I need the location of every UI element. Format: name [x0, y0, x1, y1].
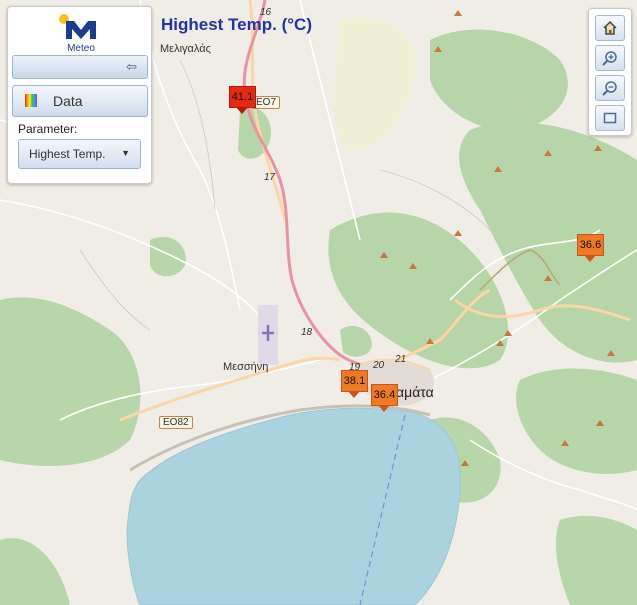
parameter-select[interactable]: Highest Temp. ▼ — [18, 139, 141, 169]
zoom-in-icon — [602, 51, 617, 66]
palette-icon — [25, 94, 37, 107]
marker-value: 36.4 — [371, 384, 398, 406]
data-button-label: Data — [53, 93, 83, 109]
marker-value: 38.1 — [341, 370, 368, 392]
road-badge-eo7: EO7 — [252, 96, 281, 109]
zoom-extent-button[interactable] — [595, 105, 625, 131]
road-number-21: 21 — [395, 354, 407, 365]
parameter-label: Parameter: — [18, 122, 78, 136]
zoom-extent-icon — [603, 112, 617, 124]
station-marker[interactable]: 36.4 — [371, 384, 398, 412]
marker-pointer — [584, 255, 596, 262]
road-number-18: 18 — [301, 327, 313, 338]
place-label-meligalas: Μελιγαλάς — [160, 43, 211, 55]
zoom-out-icon — [602, 81, 617, 96]
place-label-messini: Μεσσήνη — [223, 361, 269, 373]
station-marker[interactable]: 41.1 — [229, 86, 256, 114]
marker-value: 41.1 — [229, 86, 256, 108]
arrow-left-icon: ⇦ — [126, 59, 137, 74]
home-icon — [603, 20, 617, 35]
control-panel: Meteo ⇦ Data Parameter: Highest Temp. ▼ — [7, 6, 152, 184]
airport-area — [258, 305, 278, 365]
logo-icon — [59, 14, 96, 39]
map-toolbar — [588, 8, 632, 136]
marker-value: 36.6 — [577, 234, 604, 256]
zoom-in-button[interactable] — [595, 45, 625, 71]
road-number-17: 17 — [264, 172, 276, 183]
parameter-select-value: Highest Temp. — [29, 147, 106, 161]
marker-pointer — [236, 107, 248, 114]
zoom-out-button[interactable] — [595, 75, 625, 101]
marker-pointer — [348, 391, 360, 398]
data-button[interactable]: Data — [12, 85, 148, 117]
meteo-logo: Meteo — [58, 13, 104, 55]
road-badge-eo82: EO82 — [159, 416, 193, 429]
station-marker[interactable]: 38.1 — [341, 370, 368, 398]
collapse-panel-button[interactable]: ⇦ — [12, 55, 148, 79]
marker-pointer — [378, 405, 390, 412]
chevron-down-icon: ▼ — [121, 148, 130, 158]
logo-text: Meteo — [67, 43, 95, 54]
road-number-20: 20 — [373, 360, 385, 371]
station-marker[interactable]: 36.6 — [577, 234, 604, 262]
map-title: Highest Temp. (°C) — [161, 15, 312, 34]
home-button[interactable] — [595, 15, 625, 41]
